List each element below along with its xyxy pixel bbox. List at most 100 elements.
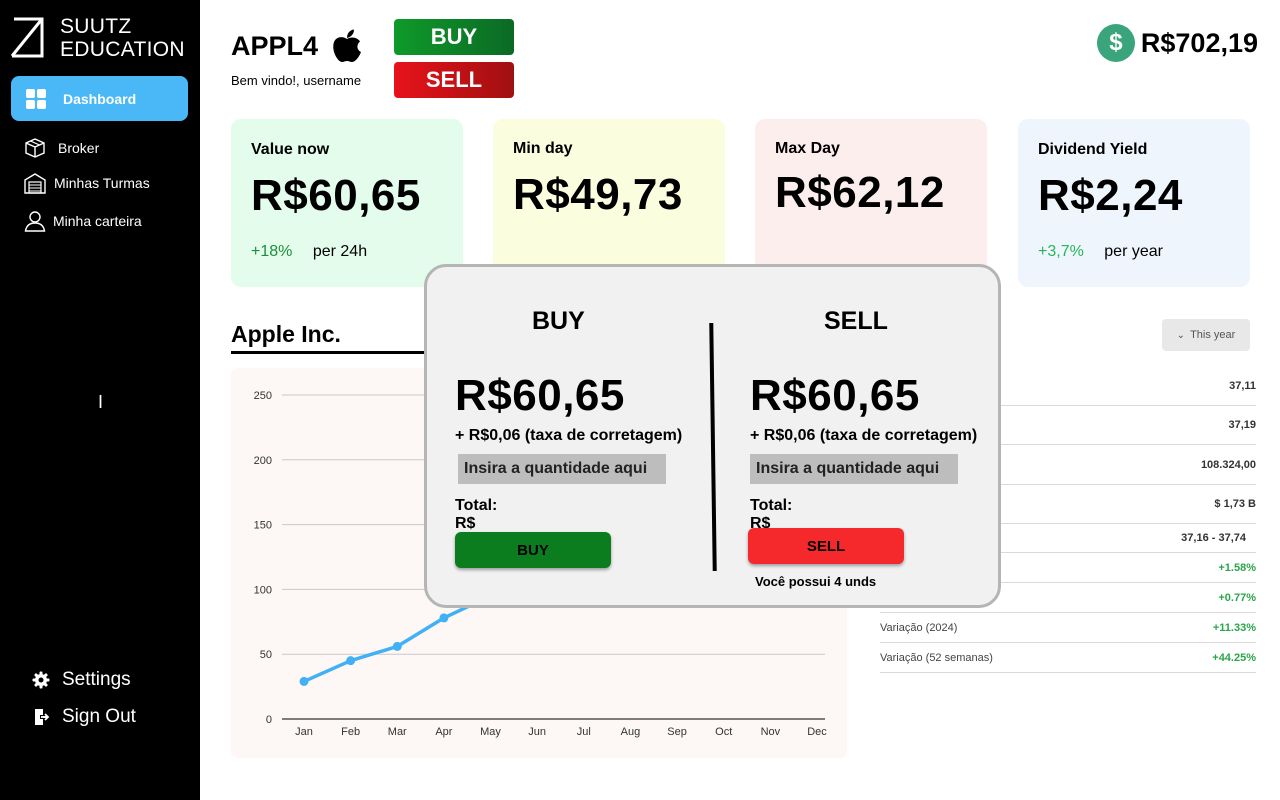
modal-divider bbox=[709, 322, 717, 572]
sell-fee: + R$0,06 (taxa de corretagem) bbox=[750, 427, 978, 444]
card-max-day: Max Day R$62,12 bbox=[755, 119, 987, 287]
y-tick-label: 50 bbox=[260, 649, 272, 661]
data-point bbox=[299, 676, 309, 686]
card-title: Min day bbox=[513, 140, 573, 157]
buy-fee: + R$0,06 (taxa de corretagem) bbox=[455, 427, 683, 444]
grid-icon bbox=[26, 88, 46, 109]
user-icon bbox=[24, 211, 46, 232]
settings-button[interactable]: Settings bbox=[32, 669, 131, 691]
apple-icon bbox=[333, 29, 362, 62]
card-delta: +3,7% bbox=[1038, 243, 1084, 260]
x-tick-label: Nov bbox=[761, 726, 781, 738]
gear-icon bbox=[32, 671, 50, 689]
card-dividend-yield: Dividend Yield R$2,24 +3,7% per year bbox=[1018, 119, 1250, 287]
sell-title: SELL bbox=[824, 307, 888, 335]
x-tick-label: Aug bbox=[621, 726, 641, 738]
sign-out-icon bbox=[35, 709, 50, 725]
card-value: R$49,73 bbox=[513, 170, 683, 219]
card-suffix: per year bbox=[1104, 243, 1163, 260]
period-select[interactable]: ⌄ This year bbox=[1162, 319, 1250, 351]
stats-value: +11.33% bbox=[1212, 621, 1256, 634]
card-value: R$60,65 bbox=[251, 171, 421, 220]
company-title: Apple Inc. bbox=[231, 321, 341, 347]
brand-line-2: EDUCATION bbox=[60, 38, 185, 61]
confirm-buy-button[interactable]: BUY bbox=[455, 532, 611, 568]
data-point bbox=[392, 641, 402, 651]
sell-price: R$60,65 bbox=[750, 371, 920, 420]
settings-label: Settings bbox=[62, 669, 131, 690]
chevron-down-icon: ⌄ bbox=[1176, 329, 1186, 341]
stats-value: 37,11 bbox=[1229, 379, 1256, 392]
sidebar-item-minhas-turmas[interactable]: Minhas Turmas bbox=[24, 172, 150, 194]
stats-row: Variação (2024) +11.33% bbox=[880, 613, 1256, 643]
card-value: R$2,24 bbox=[1038, 171, 1183, 220]
box-icon bbox=[25, 138, 45, 158]
x-tick-label: Feb bbox=[341, 726, 360, 738]
stats-value: +0.77% bbox=[1218, 591, 1256, 604]
logo-mark-icon bbox=[10, 15, 44, 58]
sidebar-item-minha-carteira[interactable]: Minha carteira bbox=[24, 210, 142, 232]
x-tick-label: Mar bbox=[388, 726, 407, 738]
series-line bbox=[303, 594, 492, 684]
x-tick-label: Jul bbox=[577, 726, 591, 738]
card-suffix: per 24h bbox=[312, 243, 368, 260]
card-delta: +18% bbox=[251, 243, 293, 260]
data-point bbox=[439, 613, 449, 623]
card-title: Max Day bbox=[775, 140, 840, 157]
stats-value: 37,16 - 37,74 bbox=[1181, 532, 1246, 544]
data-point bbox=[346, 656, 356, 666]
stats-row: Variação (52 semanas) +44.25% bbox=[880, 643, 1256, 673]
stats-label: Variação (2024) bbox=[880, 621, 958, 634]
x-tick-label: Apr bbox=[435, 726, 452, 738]
buy-title: BUY bbox=[532, 307, 585, 335]
card-min-day: Min day R$49,73 bbox=[493, 119, 725, 287]
card-value: R$62,12 bbox=[775, 168, 945, 217]
y-tick-label: 200 bbox=[254, 455, 272, 467]
sign-out-label: Sign Out bbox=[62, 706, 136, 727]
x-tick-label: Oct bbox=[715, 726, 732, 738]
sidebar-item-label: Dashboard bbox=[63, 90, 137, 107]
x-tick-label: Sep bbox=[667, 726, 687, 738]
x-tick-label: Dec bbox=[807, 726, 827, 738]
sidebar: SUUTZ EDUCATION Dashboard Broker Minhas … bbox=[0, 0, 200, 800]
stats-value: 37,19 bbox=[1228, 419, 1256, 431]
sell-quantity-input[interactable] bbox=[750, 454, 958, 484]
card-footer: +18% per 24h bbox=[251, 243, 367, 261]
sign-out-button[interactable]: Sign Out bbox=[32, 706, 136, 728]
card-title: Value now bbox=[251, 141, 330, 158]
buy-quantity-input[interactable] bbox=[458, 454, 666, 484]
x-tick-label: Jan bbox=[295, 726, 313, 738]
stats-value: $ 1,73 B bbox=[1214, 498, 1256, 510]
account-balance: $ R$702,19 bbox=[1096, 24, 1258, 62]
sidebar-item-label: Broker bbox=[58, 140, 100, 156]
x-tick-label: May bbox=[480, 726, 501, 738]
buy-total: Total: R$ bbox=[455, 497, 498, 532]
brand-line-1: SUUTZ bbox=[60, 15, 132, 38]
text-cursor: I bbox=[98, 392, 104, 412]
garage-icon bbox=[24, 173, 46, 194]
holdings-note: Você possui 4 unds bbox=[755, 574, 877, 589]
sidebar-item-dashboard[interactable]: Dashboard bbox=[11, 76, 188, 121]
stats-value: +44.25% bbox=[1212, 651, 1256, 664]
y-tick-label: 250 bbox=[254, 390, 272, 402]
title-underline bbox=[231, 351, 431, 354]
brand-logo[interactable]: SUUTZ EDUCATION bbox=[10, 15, 185, 61]
card-title: Dividend Yield bbox=[1038, 141, 1148, 158]
confirm-sell-button[interactable]: SELL bbox=[748, 528, 904, 564]
balance-value: R$702,19 bbox=[1140, 27, 1258, 58]
header-buy-button[interactable]: BUY bbox=[394, 19, 514, 55]
stats-value: +1.58% bbox=[1218, 561, 1256, 574]
header-sell-button[interactable]: SELL bbox=[394, 62, 514, 98]
dollar-coin-icon: $ bbox=[1096, 24, 1135, 62]
stats-value: 108.324,00 bbox=[1200, 458, 1256, 471]
card-footer: +3,7% per year bbox=[1038, 243, 1163, 261]
sidebar-item-broker[interactable]: Broker bbox=[24, 137, 99, 159]
y-tick-label: 100 bbox=[254, 584, 272, 596]
ticker-header: APPL4 bbox=[231, 28, 364, 64]
card-value-now: Value now R$60,65 +18% per 24h bbox=[231, 119, 463, 287]
brand-name: SUUTZ EDUCATION bbox=[60, 15, 185, 61]
x-tick-label: Jun bbox=[528, 726, 546, 738]
buy-price: R$60,65 bbox=[455, 371, 625, 420]
sidebar-item-label: Minhas Turmas bbox=[54, 175, 150, 191]
ticker-symbol: APPL4 bbox=[231, 30, 319, 61]
